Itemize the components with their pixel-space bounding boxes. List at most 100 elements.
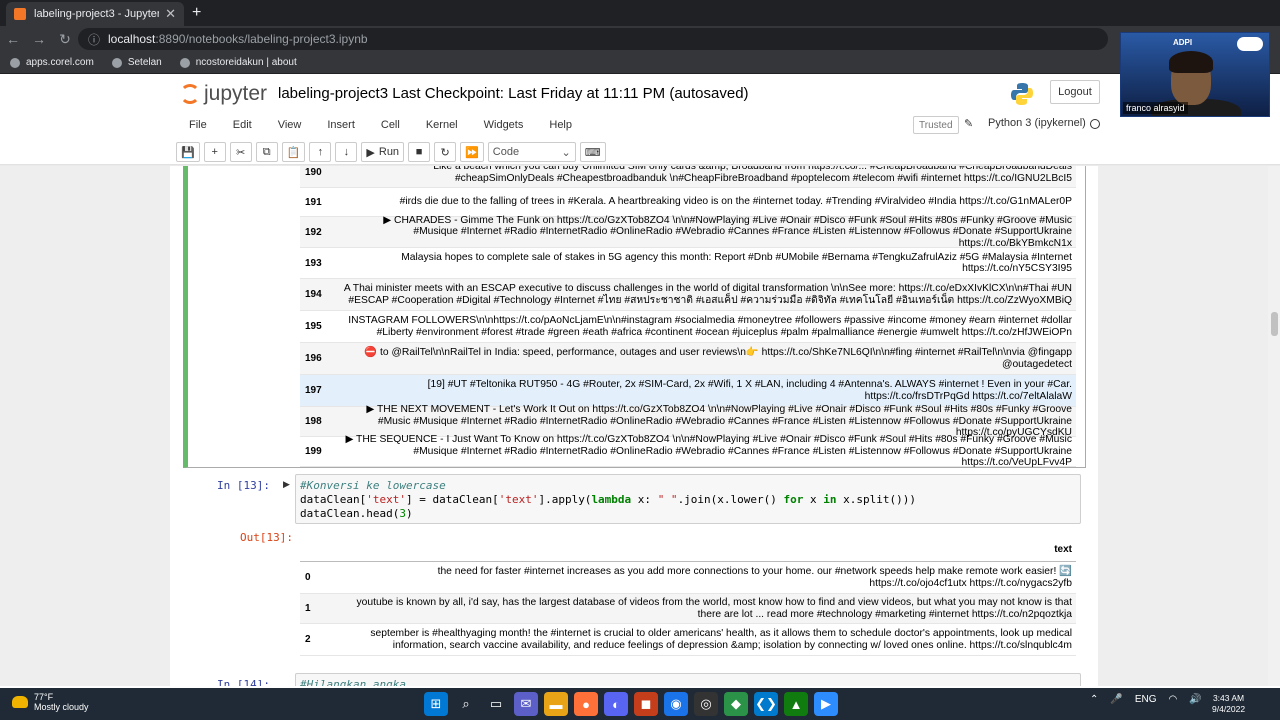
discord-icon[interactable]: ◐ — [604, 692, 628, 716]
forward-icon[interactable]: → — [26, 31, 52, 47]
save-button[interactable]: 💾 — [176, 142, 200, 162]
code-token: ] = dataClean[ — [405, 493, 499, 506]
chrome-icon[interactable]: ◉ — [664, 692, 688, 716]
taskbar-apps: ⊞ ⌕ ▭ ✉ ▬ ● ◐ ◼ ◉ ◎ ◆ ❮❯ ▲ ▶ — [424, 692, 838, 716]
firefox-icon[interactable]: ● — [574, 692, 598, 716]
bookmark-label: ncostoreidakun | about — [195, 57, 297, 68]
paste-button[interactable]: 📋 — [281, 142, 306, 162]
start-icon[interactable]: ⊞ — [424, 692, 448, 716]
office-icon[interactable]: ◼ — [634, 692, 658, 716]
chevron-down-icon: ⌄ — [561, 146, 571, 159]
language-indicator[interactable]: ENG — [1135, 694, 1157, 705]
scrollbar-thumb[interactable] — [1271, 312, 1278, 336]
row-text: INSTAGRAM FOLLOWERS\n\nhttps://t.co/pAoN… — [348, 315, 1072, 338]
table-row: 190 Like a beach which you can buy Unlimi… — [300, 166, 1076, 188]
row-index: 2 — [305, 634, 311, 645]
task-view-icon[interactable]: ▭ — [484, 692, 508, 716]
insert-cell-button[interactable]: + — [203, 142, 226, 162]
code-string: 'text' — [498, 493, 539, 506]
code-string: 'text' — [366, 493, 406, 506]
reload-icon[interactable]: ↻ — [52, 31, 78, 48]
chat-icon[interactable]: ✉ — [514, 692, 538, 716]
volume-icon[interactable]: 🔊 — [1189, 694, 1201, 705]
row-text: A Thai minister meets with an ESCAP exec… — [343, 283, 1072, 306]
menu-cell[interactable]: Cell — [368, 119, 413, 131]
clock-time: 3:43 AM — [1212, 693, 1245, 703]
person-hair — [1169, 51, 1213, 73]
app-icon[interactable]: ◆ — [724, 692, 748, 716]
cell-13-out-prompt: Out[13]: — [240, 531, 293, 544]
table-row: 1 youtube is known by all, i'd say, has t… — [300, 594, 1076, 624]
menu-help[interactable]: Help — [536, 119, 585, 131]
vscode-icon[interactable]: ❮❯ — [754, 692, 778, 716]
cell-type-select[interactable]: Code ⌄ — [487, 142, 576, 162]
file-explorer-icon[interactable]: ▬ — [544, 692, 568, 716]
cut-button[interactable]: ✂ — [229, 142, 252, 162]
page-scrollbar[interactable] — [1268, 166, 1280, 686]
python-logo-icon — [1011, 83, 1033, 105]
copy-button[interactable]: ⧉ — [255, 142, 278, 162]
interrupt-button[interactable]: ■ — [408, 142, 431, 162]
globe-icon — [179, 57, 190, 68]
xbox-icon[interactable]: ▲ — [784, 692, 808, 716]
bookmark-apps-corel[interactable]: apps.corel.com — [10, 57, 94, 68]
menu-widgets[interactable]: Widgets — [471, 119, 537, 131]
bookmark-ncostore[interactable]: ncostoreidakun | about — [179, 57, 297, 68]
chevron-up-icon[interactable]: ⌃ — [1090, 694, 1098, 705]
cell-14-in-prompt: In [14]: — [217, 678, 270, 686]
menu-view[interactable]: View — [265, 119, 315, 131]
code-token: dataClean[ — [300, 493, 367, 506]
table-row: 196 ⛔ to @RailTel\n\nRailTel in India: sp… — [300, 343, 1076, 375]
cell-13-code-editor[interactable]: #Konversi ke lowercase dataClean['text']… — [295, 474, 1081, 524]
search-icon[interactable]: ⌕ — [454, 692, 478, 716]
webcam-name: franco alrasyid — [1123, 102, 1188, 114]
menu-edit[interactable]: Edit — [220, 119, 265, 131]
menu-file[interactable]: File — [176, 119, 220, 131]
move-up-button[interactable]: ↑ — [309, 142, 332, 162]
cell-13-output-table: text 0 the need for faster #internet incr… — [300, 542, 1076, 656]
logout-button[interactable]: Logout — [1050, 80, 1100, 104]
menu-kernel[interactable]: Kernel — [413, 119, 471, 131]
jupyter-logo[interactable]: jupyter — [180, 82, 267, 106]
restart-button[interactable]: ↻ — [434, 142, 457, 162]
info-icon[interactable]: ⓘ — [88, 31, 100, 48]
restart-run-all-button[interactable]: ⏩ — [460, 142, 484, 162]
trusted-badge[interactable]: Trusted — [913, 116, 959, 134]
bookmark-setelan[interactable]: Setelan — [111, 57, 162, 68]
browser-tab[interactable]: labeling-project3 - Jupyter Notebo ✕ — [6, 2, 184, 26]
row-text: ▶ CHARADES - Gimme The Funk on https://t… — [383, 214, 1072, 249]
weather-widget[interactable]: 77°F Mostly cloudy — [12, 692, 89, 712]
run-button[interactable]: ▶ Run — [361, 142, 405, 162]
run-cell-icon[interactable]: ▶ — [283, 479, 290, 490]
microphone-icon[interactable]: 🎤 — [1110, 694, 1122, 705]
row-index: 192 — [305, 226, 322, 238]
command-palette-button[interactable]: ⌨ — [579, 142, 606, 162]
menu-insert[interactable]: Insert — [314, 119, 368, 131]
cell-14-code-editor[interactable]: #Hilangkan angka — [295, 673, 1081, 686]
row-text: september is #healthyaging month! the #i… — [370, 628, 1072, 651]
notebook-title[interactable]: labeling-project3 Last Checkpoint: Last … — [278, 85, 749, 102]
wifi-icon[interactable]: ◠ — [1169, 694, 1178, 705]
windows-taskbar: 77°F Mostly cloudy ⊞ ⌕ ▭ ✉ ▬ ● ◐ ◼ ◉ ◎ ◆ … — [0, 688, 1280, 720]
address-bar[interactable]: ⓘ localhost :8890/notebooks/labeling-pro… — [78, 28, 1108, 50]
tab-title: labeling-project3 - Jupyter Notebo — [34, 8, 160, 20]
code-token: ) — [405, 507, 413, 520]
table-row: 191 #irds die due to the falling of trees… — [300, 188, 1076, 217]
pencil-icon[interactable]: ✎ — [964, 117, 973, 130]
back-icon[interactable]: ← — [0, 31, 26, 47]
table-row: 192 ▶ CHARADES - Gimme The Funk on https:… — [300, 214, 1076, 249]
move-down-button[interactable]: ↓ — [335, 142, 358, 162]
close-tab-icon[interactable]: ✕ — [165, 6, 176, 22]
row-index: 194 — [305, 289, 322, 300]
webcam-logo-icon — [1237, 37, 1263, 51]
obs-icon[interactable]: ◎ — [694, 692, 718, 716]
code-number: 3 — [399, 507, 406, 520]
run-label: Run — [378, 146, 400, 158]
webcam-brand: ADPI — [1173, 38, 1193, 47]
kernel-name[interactable]: Python 3 (ipykernel) — [988, 117, 1086, 129]
zoom-icon[interactable]: ▶ — [814, 692, 838, 716]
jupyter-header: jupyter labeling-project3 Last Checkpoin… — [0, 74, 1280, 114]
code-token: x: — [631, 493, 658, 506]
new-tab-icon[interactable]: + — [192, 4, 201, 22]
taskbar-clock[interactable]: 3:43 AM 9/4/2022 — [1212, 693, 1245, 715]
